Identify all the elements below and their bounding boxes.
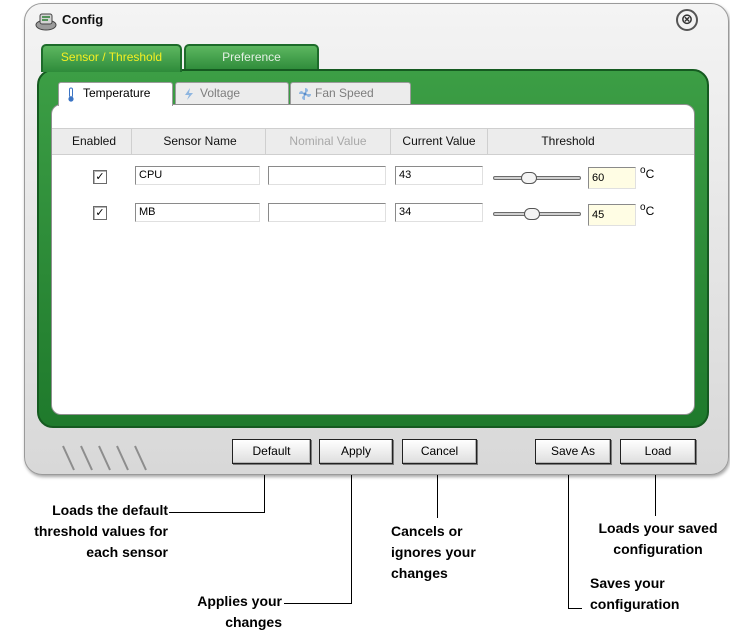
callout-default: Loads the default threshold values for e… — [34, 502, 168, 560]
nominal-value-field[interactable] — [268, 203, 386, 222]
callout-line-apply — [351, 475, 352, 604]
unit-label: C — [645, 204, 655, 218]
enabled-checkbox-cpu[interactable]: ✓ — [93, 170, 107, 184]
tab-fan-speed[interactable]: Fan Speed — [290, 82, 411, 104]
callout-line-save-as — [568, 608, 582, 609]
tab-temperature-label: Temperature — [83, 86, 151, 100]
threshold-slider-mb[interactable] — [493, 207, 581, 221]
callout-cancel: Cancels or ignores your changes — [391, 523, 476, 581]
nominal-value-field[interactable] — [268, 166, 386, 185]
lightning-icon — [185, 88, 193, 100]
column-nominal-value: Nominal Value — [289, 134, 367, 148]
save-as-button[interactable]: Save As — [535, 439, 611, 464]
slider-track — [493, 176, 581, 180]
sensor-name-field[interactable]: MB — [135, 203, 260, 222]
unit-label: C — [645, 167, 655, 181]
column-current-value: Current Value — [402, 134, 476, 148]
threshold-value-field[interactable]: 45 — [588, 204, 636, 226]
load-button[interactable]: Load — [620, 439, 696, 464]
slider-thumb[interactable] — [524, 208, 540, 220]
callout-line-default — [264, 475, 265, 513]
column-threshold: Threshold — [541, 134, 595, 148]
tab-sensor-threshold[interactable]: Sensor / Threshold — [41, 44, 182, 72]
callout-line-load — [655, 475, 656, 516]
tab-fan-speed-label: Fan Speed — [315, 86, 374, 100]
callout-line-cancel — [437, 475, 438, 518]
tab-preference[interactable]: Preference — [184, 44, 319, 70]
threshold-value-field[interactable]: 60 — [588, 167, 636, 189]
apply-button[interactable]: Apply — [319, 439, 393, 464]
column-sensor-name: Sensor Name — [163, 134, 237, 148]
callout-apply: Applies your changes — [197, 593, 282, 630]
config-app-icon — [35, 13, 57, 31]
resize-grip — [62, 445, 147, 471]
column-enabled: Enabled — [71, 134, 117, 148]
callout-line-apply — [284, 603, 352, 604]
current-value-field: 43 — [395, 166, 483, 185]
tab-temperature[interactable]: Temperature — [58, 82, 173, 106]
cancel-button[interactable]: Cancel — [402, 439, 477, 464]
default-button[interactable]: Default — [232, 439, 311, 464]
callout-load: Loads your saved configuration — [598, 520, 718, 557]
fan-icon — [299, 88, 311, 100]
sensor-name-field[interactable]: CPU — [135, 166, 260, 185]
enabled-checkbox-mb[interactable]: ✓ — [93, 206, 107, 220]
celsius-unit: oC — [640, 165, 654, 181]
tab-voltage-label: Voltage — [200, 86, 241, 100]
current-value-field: 34 — [395, 203, 483, 222]
window-title: Config — [62, 12, 104, 27]
column-divider — [131, 129, 132, 155]
thermometer-icon — [68, 87, 74, 102]
close-button[interactable]: ⊗ — [676, 9, 698, 31]
slider-thumb[interactable] — [521, 172, 537, 184]
callout-save-as: Saves your configuration — [590, 575, 680, 612]
tab-voltage[interactable]: Voltage — [175, 82, 289, 104]
callout-line-save-as — [568, 475, 569, 609]
celsius-unit: oC — [640, 202, 654, 218]
threshold-slider-cpu[interactable] — [493, 171, 581, 185]
callout-line-default — [169, 512, 265, 513]
